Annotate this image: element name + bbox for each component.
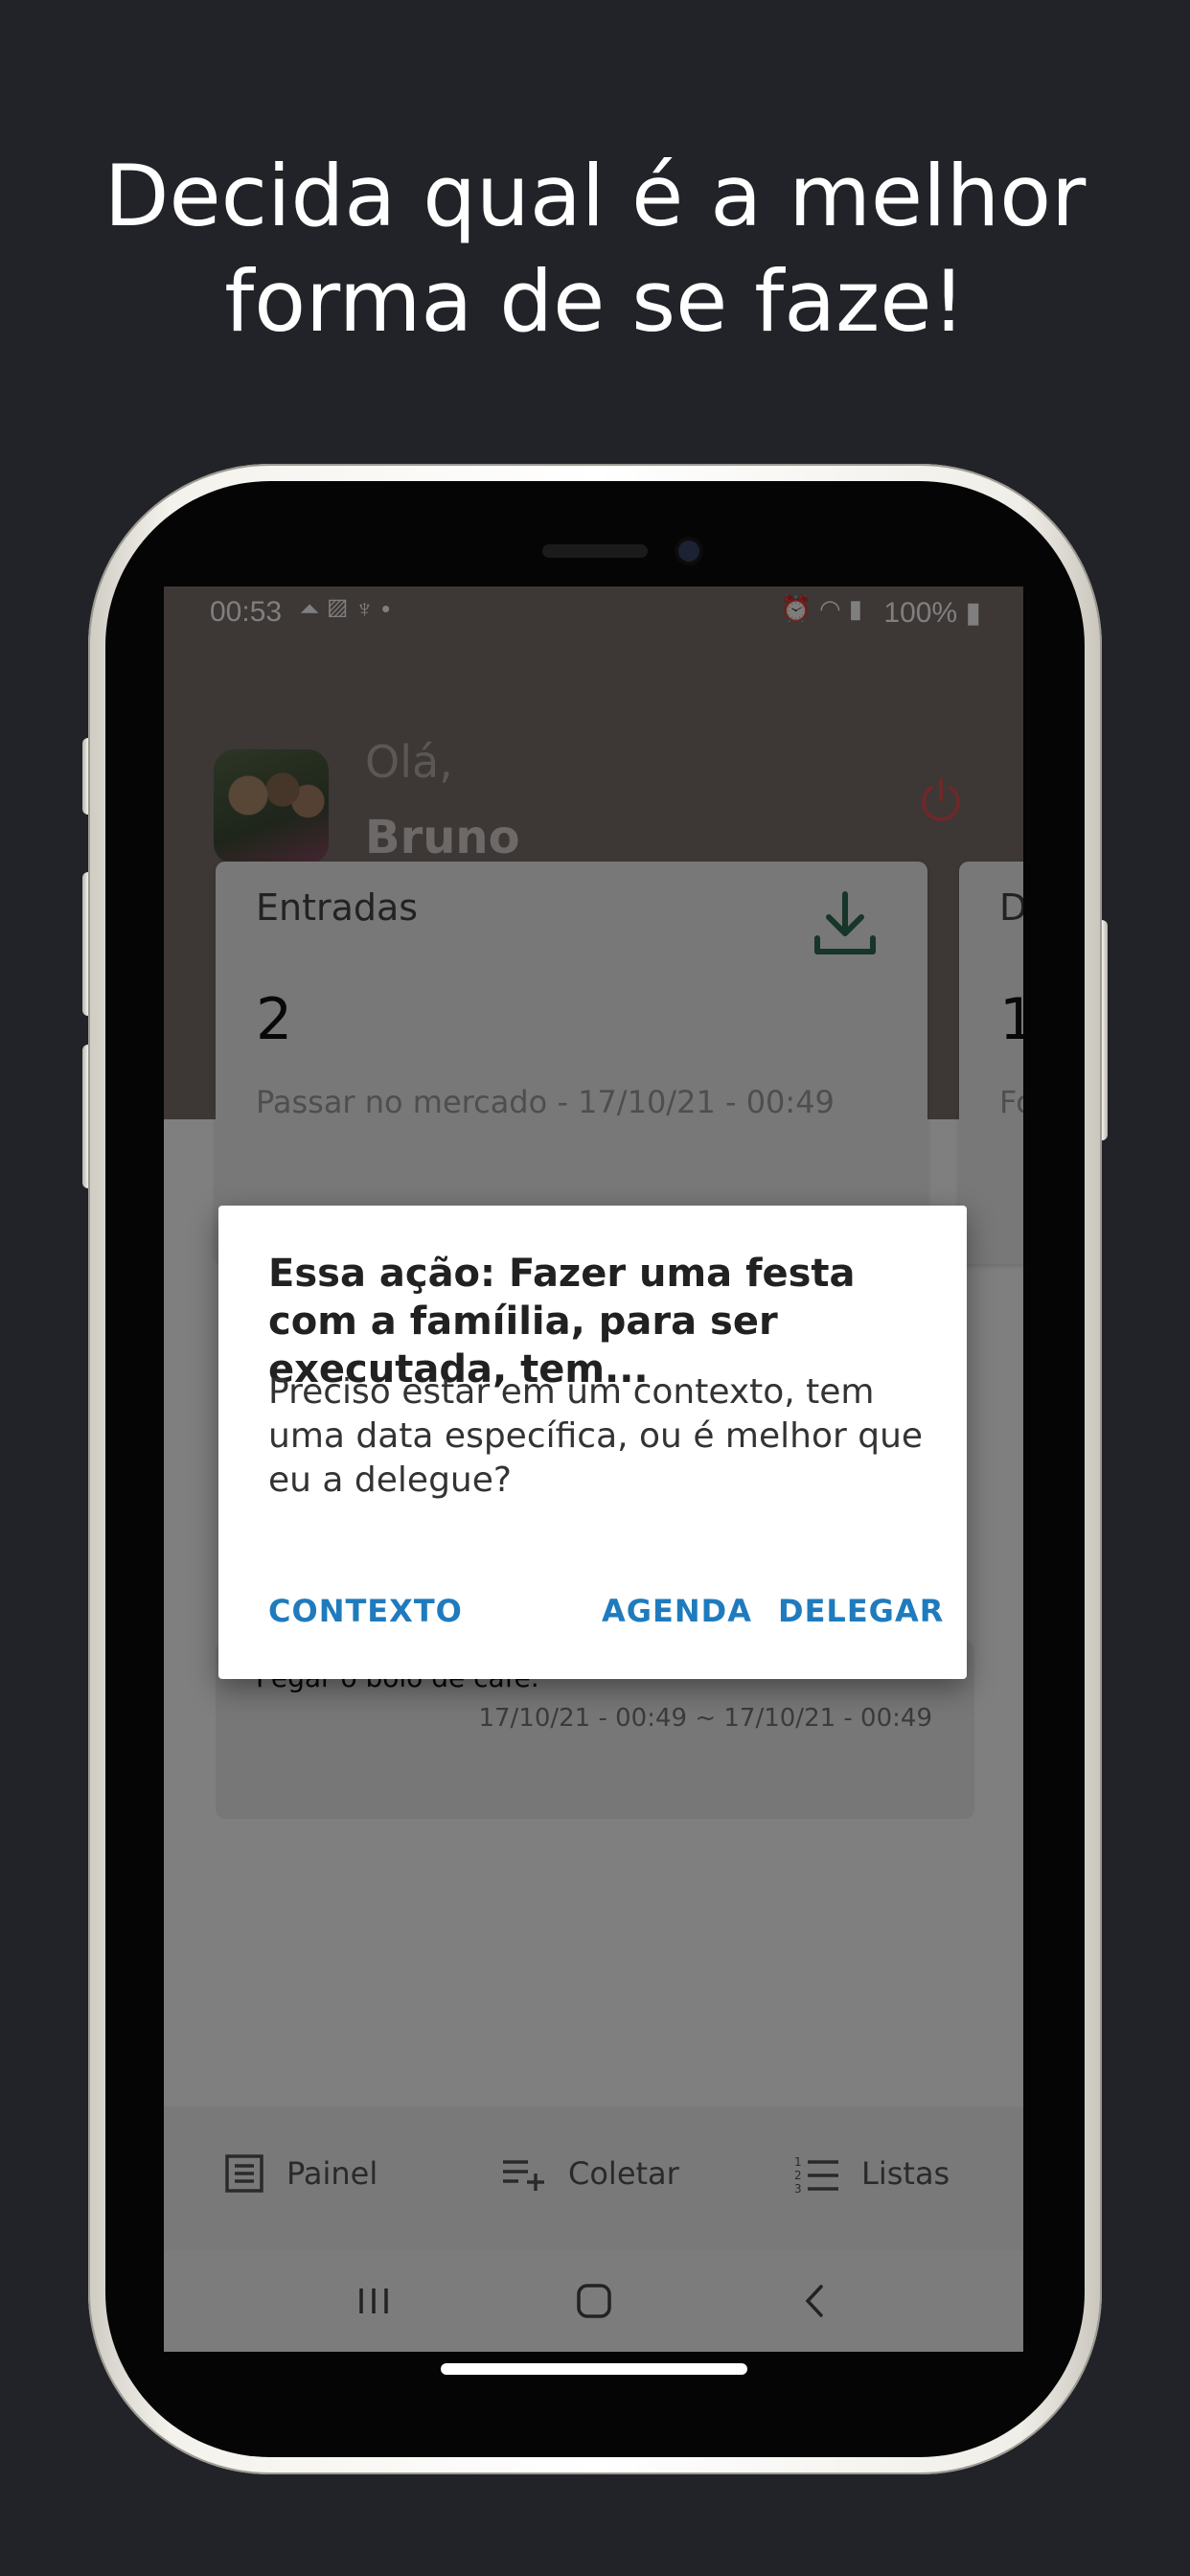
front-camera [678,540,699,562]
headline-line-1: Decida qual é a melhor [103,147,1087,245]
decision-dialog: Essa ação: Fazer uma festa com a famíili… [218,1206,967,1679]
headline: Decida qual é a melhor forma de se faze! [0,144,1190,355]
delegate-button[interactable]: DELEGAR [778,1593,944,1629]
home-indicator[interactable] [441,2363,747,2375]
dialog-message: Preciso estar em um contexto, tem uma da… [268,1372,924,1500]
speaker-grille [542,544,648,558]
schedule-button[interactable]: AGENDA [602,1593,752,1629]
context-button[interactable]: CONTEXTO [268,1593,463,1629]
phone-screen: 00:53 ⏶▨♆• ⏰◠▮ 100% ▮ Olá, Bruno Entrada… [164,586,1023,2352]
headline-line-2: forma de se faze! [224,252,966,351]
